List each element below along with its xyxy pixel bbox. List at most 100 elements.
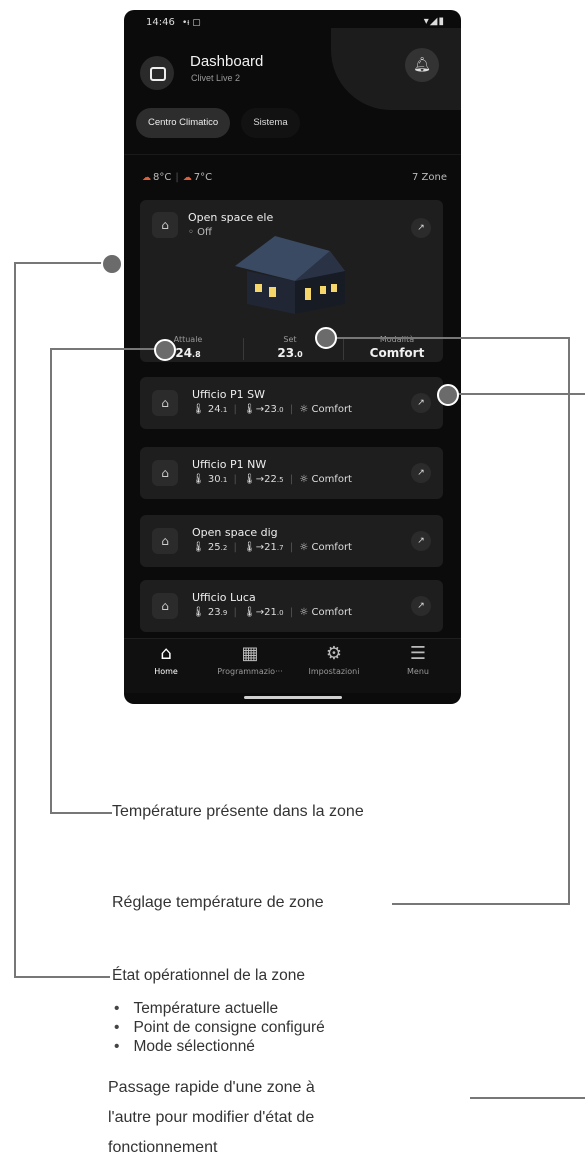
set-temp-int: 21 xyxy=(264,542,277,553)
current-temp-int: 24 xyxy=(175,346,193,360)
callout-line xyxy=(568,337,570,905)
callout-line xyxy=(392,903,570,905)
zone-readings: 🌡︎ 25.2 | 🌡︎→21.7 | ☼ Comfort xyxy=(192,542,352,553)
house-thermometer-icon: ⌂ xyxy=(152,390,178,416)
weather-icon: ☁ xyxy=(182,173,192,183)
current-temp-dec: .2 xyxy=(220,544,228,552)
current-temp-dec: .1 xyxy=(220,476,228,484)
tab-bar: Centro Climatico Sistema xyxy=(136,108,306,138)
menu-icon: ☰ xyxy=(409,643,427,664)
callout-line xyxy=(330,337,570,339)
annotation-state-title: État opérationnel de la zone xyxy=(112,967,306,984)
mode-value: Comfort xyxy=(369,346,425,360)
current-temp-int: 23 xyxy=(207,607,221,618)
mode-value: Comfort xyxy=(311,474,352,485)
zone-card[interactable]: ⌂ Ufficio P1 NW 🌡︎ 30.1 | 🌡︎→22.5 | ☼ Co… xyxy=(140,447,443,499)
status-time: 14:46 xyxy=(146,17,175,28)
house-thermometer-icon: ⌂ xyxy=(152,212,178,238)
bell-icon[interactable]: 🔔︎ xyxy=(405,48,439,82)
open-zone-arrow-icon[interactable]: ↗ xyxy=(411,531,431,551)
tab-centro-climatico[interactable]: Centro Climatico xyxy=(136,108,231,138)
thermometer-icon: 🌡︎ xyxy=(192,474,205,485)
set-temp-dec: .0 xyxy=(276,406,284,414)
thermometer-icon: 🌡︎ xyxy=(192,542,205,553)
mode-value: Comfort xyxy=(311,542,352,553)
annotation-setpoint: Réglage température de zone xyxy=(112,894,324,911)
stat-separator xyxy=(343,338,344,360)
zones-count: 7 Zone xyxy=(412,172,447,183)
reading-separator: | xyxy=(289,404,294,415)
gear-icon: ⚙ xyxy=(325,643,343,664)
header-curve xyxy=(331,28,461,110)
sun-mode-icon: ☼ xyxy=(299,474,309,485)
page-title: Dashboard xyxy=(190,53,264,70)
annotation-quick-switch-2: l'autre pour modifier d'état de xyxy=(108,1109,315,1126)
reading-separator: | xyxy=(289,474,294,485)
zone-card[interactable]: ⌂ Open space dig 🌡︎ 25.2 | 🌡︎→21.7 | ☼ C… xyxy=(140,515,443,567)
calendar-icon: ▦ xyxy=(241,643,259,664)
nav-item-programmazione[interactable]: ▦ Programmazio··· xyxy=(208,643,292,676)
callout-line xyxy=(14,262,110,264)
zone-status: ◦ Off xyxy=(188,227,212,238)
stat-separator xyxy=(243,338,244,360)
current-temp-int: 25 xyxy=(207,542,221,553)
annotation-bullet: Mode sélectionné xyxy=(114,1037,325,1056)
mode-value: Comfort xyxy=(311,404,352,415)
nav-item-home[interactable]: ⌂ Home xyxy=(124,643,208,676)
callout-line xyxy=(470,1097,585,1099)
zone-card[interactable]: ⌂ Ufficio Luca 🌡︎ 23.9 | 🌡︎→21.0 | ☼ Com… xyxy=(140,580,443,632)
zone-readings: 🌡︎ 23.9 | 🌡︎→21.0 | ☼ Comfort xyxy=(192,607,352,618)
set-temp-dec: .5 xyxy=(276,476,284,484)
open-zone-arrow-icon[interactable]: ↗ xyxy=(411,596,431,616)
phone-screen: 14:46 •ᵼ ▢ ▾◢▮ Dashboard Clivet Live 2 🔔… xyxy=(124,10,461,704)
house-thermometer-icon: ⌂ xyxy=(152,528,178,554)
zone-card[interactable]: ⌂ Ufficio P1 SW 🌡︎ 24.1 | 🌡︎→23.0 | ☼ Co… xyxy=(140,377,443,429)
callout-dot xyxy=(315,327,337,349)
outdoor-temp-2: 7°C xyxy=(193,172,213,183)
set-temp-int: 23 xyxy=(277,346,295,360)
setpoint-icon: 🌡︎→ xyxy=(243,542,265,553)
annotation-quick-switch-3: fonctionnement xyxy=(108,1139,218,1156)
open-zone-arrow-icon[interactable]: ↗ xyxy=(411,393,431,413)
setpoint-icon: 🌡︎→ xyxy=(243,404,265,415)
callout-line xyxy=(50,348,52,814)
divider xyxy=(124,154,461,155)
nav-label: Home xyxy=(154,667,178,676)
nav-item-impostazioni[interactable]: ⚙ Impostazioni xyxy=(292,643,376,676)
set-temp-int: 23 xyxy=(264,404,277,415)
sun-mode-icon: ☼ xyxy=(299,607,309,618)
open-zone-arrow-icon[interactable]: ↗ xyxy=(411,218,431,238)
reading-separator: | xyxy=(233,474,237,485)
callout-line xyxy=(14,976,110,978)
open-zone-arrow-icon[interactable]: ↗ xyxy=(411,463,431,483)
nav-label: Menu xyxy=(407,667,429,676)
annotation-state-list: Température actuelle Point de consigne c… xyxy=(114,999,325,1056)
set-temp-dec: .0 xyxy=(276,609,284,617)
zone-name: Ufficio P1 SW xyxy=(192,388,266,401)
set-temp-dec: .0 xyxy=(294,350,303,359)
home-indicator xyxy=(244,696,342,699)
thermometer-icon: 🌡︎ xyxy=(192,404,205,415)
weather-icon: ☁ xyxy=(142,173,151,183)
set-temp-label: Set xyxy=(283,335,297,344)
dashboard-icon xyxy=(140,56,174,90)
setpoint-icon: 🌡︎→ xyxy=(243,474,265,485)
reading-separator: | xyxy=(233,607,237,618)
signal-battery-icons: ▾◢▮ xyxy=(423,16,445,27)
house-illustration xyxy=(235,236,345,314)
annotation-temp-zone: Température présente dans la zone xyxy=(112,803,364,820)
callout-line xyxy=(452,393,585,395)
zone-name: Open space dig xyxy=(192,526,278,539)
nav-item-menu[interactable]: ☰ Menu xyxy=(376,643,460,676)
tab-sistema[interactable]: Sistema xyxy=(241,108,300,138)
current-temp-dec: .9 xyxy=(220,609,228,617)
zone-name: Ufficio Luca xyxy=(192,591,256,604)
thermometer-icon: 🌡︎ xyxy=(192,607,205,618)
zone-readings: 🌡︎ 24.1 | 🌡︎→23.0 | ☼ Comfort xyxy=(192,404,352,415)
callout-line xyxy=(50,812,112,814)
house-thermometer-icon: ⌂ xyxy=(152,460,178,486)
callout-line xyxy=(50,348,162,350)
callout-dot xyxy=(437,384,459,406)
sun-mode-icon: ☼ xyxy=(299,542,309,553)
mode-value: Comfort xyxy=(311,607,352,618)
